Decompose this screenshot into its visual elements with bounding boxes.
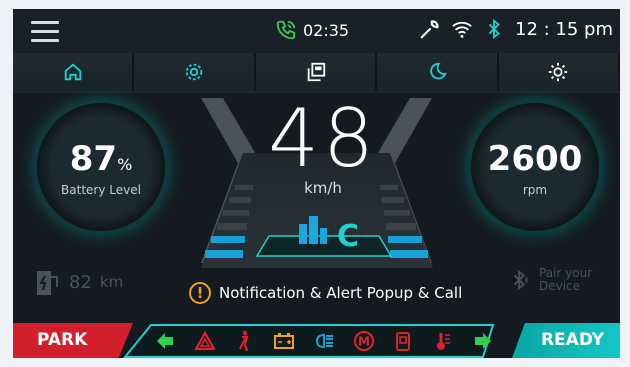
speed-unit: km/h [304, 179, 342, 197]
tab-windows[interactable] [255, 53, 378, 91]
drive-mode-graphic: C [255, 216, 393, 257]
battery-gauge: 87% Battery Level [37, 103, 165, 231]
wifi-icon[interactable] [451, 18, 473, 40]
pair-device[interactable]: Pair your Device [509, 267, 592, 293]
city-buildings-icon [299, 216, 327, 244]
brightness-sun-icon [549, 62, 568, 82]
range-indicator: 82 km [35, 267, 123, 297]
wrench-icon[interactable] [419, 18, 441, 40]
clock: 12 : 15 pm [515, 18, 613, 40]
svg-text:M: M [358, 334, 370, 348]
battery-unit: % [117, 155, 133, 174]
battery-icon [272, 329, 296, 353]
speed-value: 48 [268, 92, 378, 185]
headlight-icon [312, 329, 336, 353]
battery-value: 87 [69, 139, 118, 179]
call-indicator[interactable]: 02:35 [275, 19, 349, 41]
charging-station-icon [37, 271, 58, 295]
range-value: 82 [69, 271, 92, 293]
temperature-icon [431, 329, 455, 353]
battery-label: Battery Level [61, 183, 141, 197]
nav-tabs [13, 53, 620, 93]
rpm-gauge: 2600 rpm [471, 103, 599, 231]
dashboard-screen: 02:35 12 : 15 pm 87% Battery Level 2600 … [13, 9, 620, 358]
alert-icon: ! [189, 282, 211, 304]
park-button[interactable]: PARK [13, 323, 133, 358]
motor-icon: M [352, 329, 376, 353]
right-arrow-icon [471, 329, 495, 353]
fuel-icon [391, 329, 415, 353]
home-icon [64, 63, 81, 81]
settings-gear-icon [185, 63, 203, 81]
seatbelt-icon [232, 329, 256, 353]
bluetooth-pair-icon [513, 269, 528, 291]
telltales: M [135, 323, 513, 358]
windows-icon [307, 62, 325, 82]
hazard-icon [193, 329, 217, 353]
drive-mode-letter: C [337, 219, 359, 254]
night-mode-moon-icon [430, 62, 447, 80]
drive-mode[interactable]: C [249, 214, 399, 260]
range-unit: km [99, 273, 124, 291]
left-arrow-icon [153, 329, 177, 353]
notification-popup[interactable]: ! Notification & Alert Popup & Call [173, 275, 465, 311]
tab-settings[interactable] [134, 53, 256, 91]
tab-brightness[interactable] [498, 53, 620, 91]
tab-home[interactable] [13, 53, 135, 91]
ready-button[interactable]: READY [512, 323, 620, 358]
bottom-bar: PARK M READY [13, 323, 620, 358]
menu-icon[interactable] [31, 21, 59, 43]
notification-text: Notification & Alert Popup & Call [219, 284, 463, 302]
call-timer: 02:35 [303, 20, 350, 40]
phone-call-icon [276, 20, 296, 40]
bluetooth-icon[interactable] [483, 18, 505, 40]
rpm-label: rpm [522, 183, 548, 197]
rpm-value: 2600 [487, 139, 583, 179]
tab-night-mode[interactable] [377, 53, 499, 91]
status-bar: 02:35 12 : 15 pm [13, 9, 620, 53]
pair-line-2: Device [539, 279, 581, 293]
